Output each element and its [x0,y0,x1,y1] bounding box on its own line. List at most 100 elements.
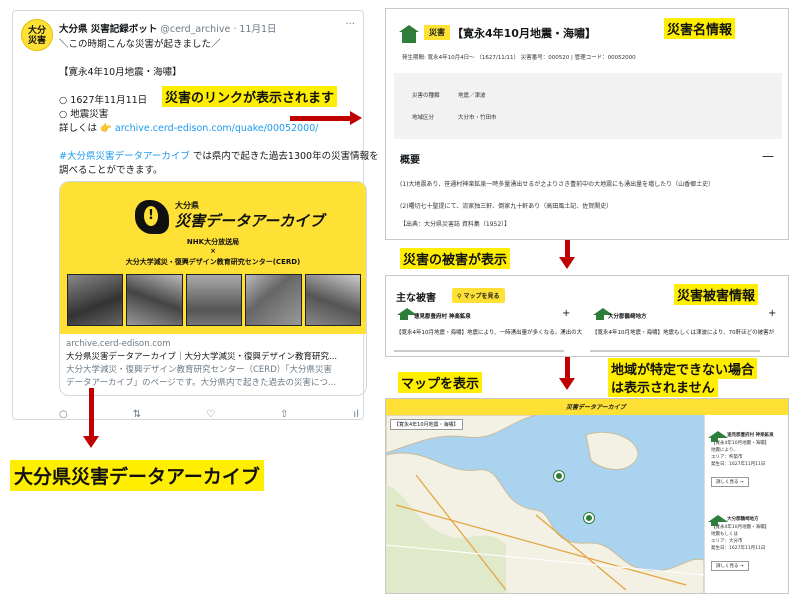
share-icon[interactable]: ⇧ [280,409,288,420]
side-place: 速見郡豊府村 神楽鉱泉 [727,433,774,438]
land-shapes [386,415,704,593]
tweet-line: ＼この時期こんな災害が起きました／ [59,39,221,50]
overview-title: 概要 [400,155,420,166]
disaster-photo [67,274,124,326]
org-line-3: 大分大学減災・復興デザイン教育研究センター(CERD) [125,258,301,266]
side-entry[interactable]: 大分郡鶴崎地方 【寛永4年10月地震・海嘯】 地震もしくは エリア：大分市 発生… [708,505,770,571]
side-line: 【寛永4年10月地震・海嘯】 [711,525,770,530]
disaster-photo [126,274,183,326]
archive-logo: 大分県 災害データアーカイブ [135,200,324,234]
oita-map-icon [135,200,169,234]
damage-text: 【寛永4年10月地震・海嘯】地震もしくは津波により、70軒ほどの被害が [592,330,775,336]
map-sidebar: 速見郡豊府村 神楽鉱泉 【寛永4年10月地震・海嘯】 地震により、 エリア：杵築… [704,415,788,593]
tweet-body: ＼この時期こんな災害が起きました／ 【寛永4年10月地震・海嘯】 ○ 1627年… [59,38,379,178]
arrow-down-shaft [565,357,570,379]
disaster-link[interactable]: archive.cerd-edison.com/quake/00052000/ [115,123,319,134]
map-button-label: マップを見る [463,293,500,300]
link-preview-card[interactable]: 大分県 災害データアーカイブ NHK大分放送局 × 大分大学減災・復興デザイン教… [59,181,367,396]
hashtag-link[interactable]: #大分県災害データアーカイブ [59,151,190,162]
info-label: 地域区分 [412,115,435,121]
note-annotation-2: は表示されません [608,376,718,397]
tweet-spacer [59,136,359,150]
logo-big-text: 災害データアーカイブ [175,212,325,230]
tweet-line: 【寛永4年10月地震・海嘯】 [59,67,182,78]
arrow-down-shaft [89,388,94,438]
arrow-down-icon [559,378,575,390]
house-icon [397,308,417,320]
disaster-photo [304,274,362,326]
hashtag-rest: では県内で起きた過去1300年の災害情報を [189,151,379,162]
like-icon[interactable]: ♡ [206,409,215,420]
tweet-line [59,52,359,66]
map-button[interactable]: ⚲ マップを見る [452,288,505,303]
tweet-actions: ○ ⇅ ♡ ⇧ ıl [59,409,359,420]
arrow-down-shaft [565,240,570,258]
card-title: 大分県災害データアーカイブ｜大分大学減災・復興デザイン教育研究... [66,352,338,362]
info-value: 地震／津波 [458,93,486,99]
arrow-right-shaft [290,116,350,121]
card-text: archive.cerd-edison.com 大分県災害データアーカイブ｜大分… [60,334,366,394]
damage-place[interactable]: 大分郡鶴崎地方 [608,312,647,320]
arrow-right-icon [350,111,362,125]
author-name[interactable]: 大分県 災害記録ボット [59,24,157,35]
tweet-line-last: 調べることができます。 [59,165,163,176]
expand-icon[interactable]: + [562,308,570,319]
house-icon [399,25,419,43]
damage-title: 主な被害 [396,293,436,304]
scroll-track[interactable] [590,350,760,352]
map-panel: 災害データアーカイブ 【寛永4年10月地震・海嘯】 速見郡豊府村 神楽鉱泉 【寛… [385,398,789,594]
damage-place[interactable]: 速見郡豊府村 神楽鉱泉 [414,312,471,320]
collapse-icon[interactable]: — [762,149,774,163]
map-marker-icon[interactable] [554,471,564,481]
house-icon [708,431,728,442]
map-title-chip: 【寛永4年10月地震・海嘯】 [390,419,463,430]
card-desc-1: 大分大学減災・復興デザイン教育研究センター（CERD）「大分県災害 [66,365,333,375]
map-header-logo: 災害データアーカイブ [566,404,626,411]
disaster-photo [185,274,243,326]
archive-annotation: 大分県災害データアーカイブ [10,460,264,491]
disaster-info-panel: 災害 【寛永4年10月地震・海嘯】 発生期間: 寛永4年10月4日～ （1627… [385,8,789,240]
analytics-icon[interactable]: ıl [353,409,359,420]
detail-button[interactable]: 詳しく見る → [711,561,749,571]
damage-info-annotation: 災害被害情報 [674,284,759,305]
side-line: 地震により、 [711,448,738,453]
side-date: 発生日：1627年11月11日 [711,546,766,551]
disaster-meta: 発生期間: 寛永4年10月4日～ （1627/11/11） 災害番号：00052… [402,55,636,61]
side-area: エリア：杵築市 [711,455,743,460]
disaster-title: 【寛永4年10月地震・海嘯】 [452,27,596,40]
map-marker-icon[interactable] [584,513,594,523]
org-line-2: × [210,247,216,255]
tweet-card: 大分 災害 大分県 災害記録ボット @cerd_archive · 11月1日 ·… [12,10,379,420]
side-place: 大分郡鶴崎地方 [727,517,759,522]
map-canvas[interactable]: 【寛永4年10月地震・海嘯】 [386,415,704,593]
disaster-photo [245,274,302,326]
detail-prefix: 詳しくは 👉 [59,123,115,134]
side-area: エリア：大分市 [711,539,743,544]
photo-strip [67,274,362,326]
scroll-track[interactable] [394,350,564,352]
author-handle[interactable]: @cerd_archive [160,24,230,35]
side-line: 【寛永4年10月地震・海嘯】 [711,441,770,446]
side-entry[interactable]: 速見郡豊府村 神楽鉱泉 【寛永4年10月地震・海嘯】 地震により、 エリア：杵築… [708,421,774,487]
map-annotation: マップを表示 [398,372,483,393]
detail-button[interactable]: 詳しく見る → [711,477,749,487]
expand-icon[interactable]: + [768,308,776,319]
info-label: 災害の種類 [412,93,440,99]
org-line-1: NHK大分放送局 [186,238,240,246]
retweet-icon[interactable]: ⇅ [133,409,141,420]
more-icon[interactable]: ··· [345,19,355,30]
arrow-down-icon [559,257,575,269]
avatar[interactable]: 大分 災害 [21,19,53,51]
tweet-header: 大分県 災害記録ボット @cerd_archive · 11月1日 [59,21,277,35]
map-header: 災害データアーカイブ [386,399,788,415]
damage-shown-annotation: 災害の被害が表示 [400,248,511,269]
pin-icon: ⚲ [457,293,462,300]
disaster-tag: 災害 [424,25,450,40]
disaster-name-annotation: 災害名情報 [664,18,736,39]
tweet-date[interactable]: · 11月1日 [233,24,276,35]
overview-line: (2)曙切七十聖提にて、流家独三軒、倒家九十軒あり（高田風土記、佐賀関史） [400,203,613,210]
link-annotation: 災害のリンクが表示されます [162,86,338,107]
card-image: 大分県 災害データアーカイブ NHK大分放送局 × 大分大学減災・復興デザイン教… [60,182,366,334]
house-icon [593,308,613,320]
reply-icon[interactable]: ○ [59,409,68,420]
